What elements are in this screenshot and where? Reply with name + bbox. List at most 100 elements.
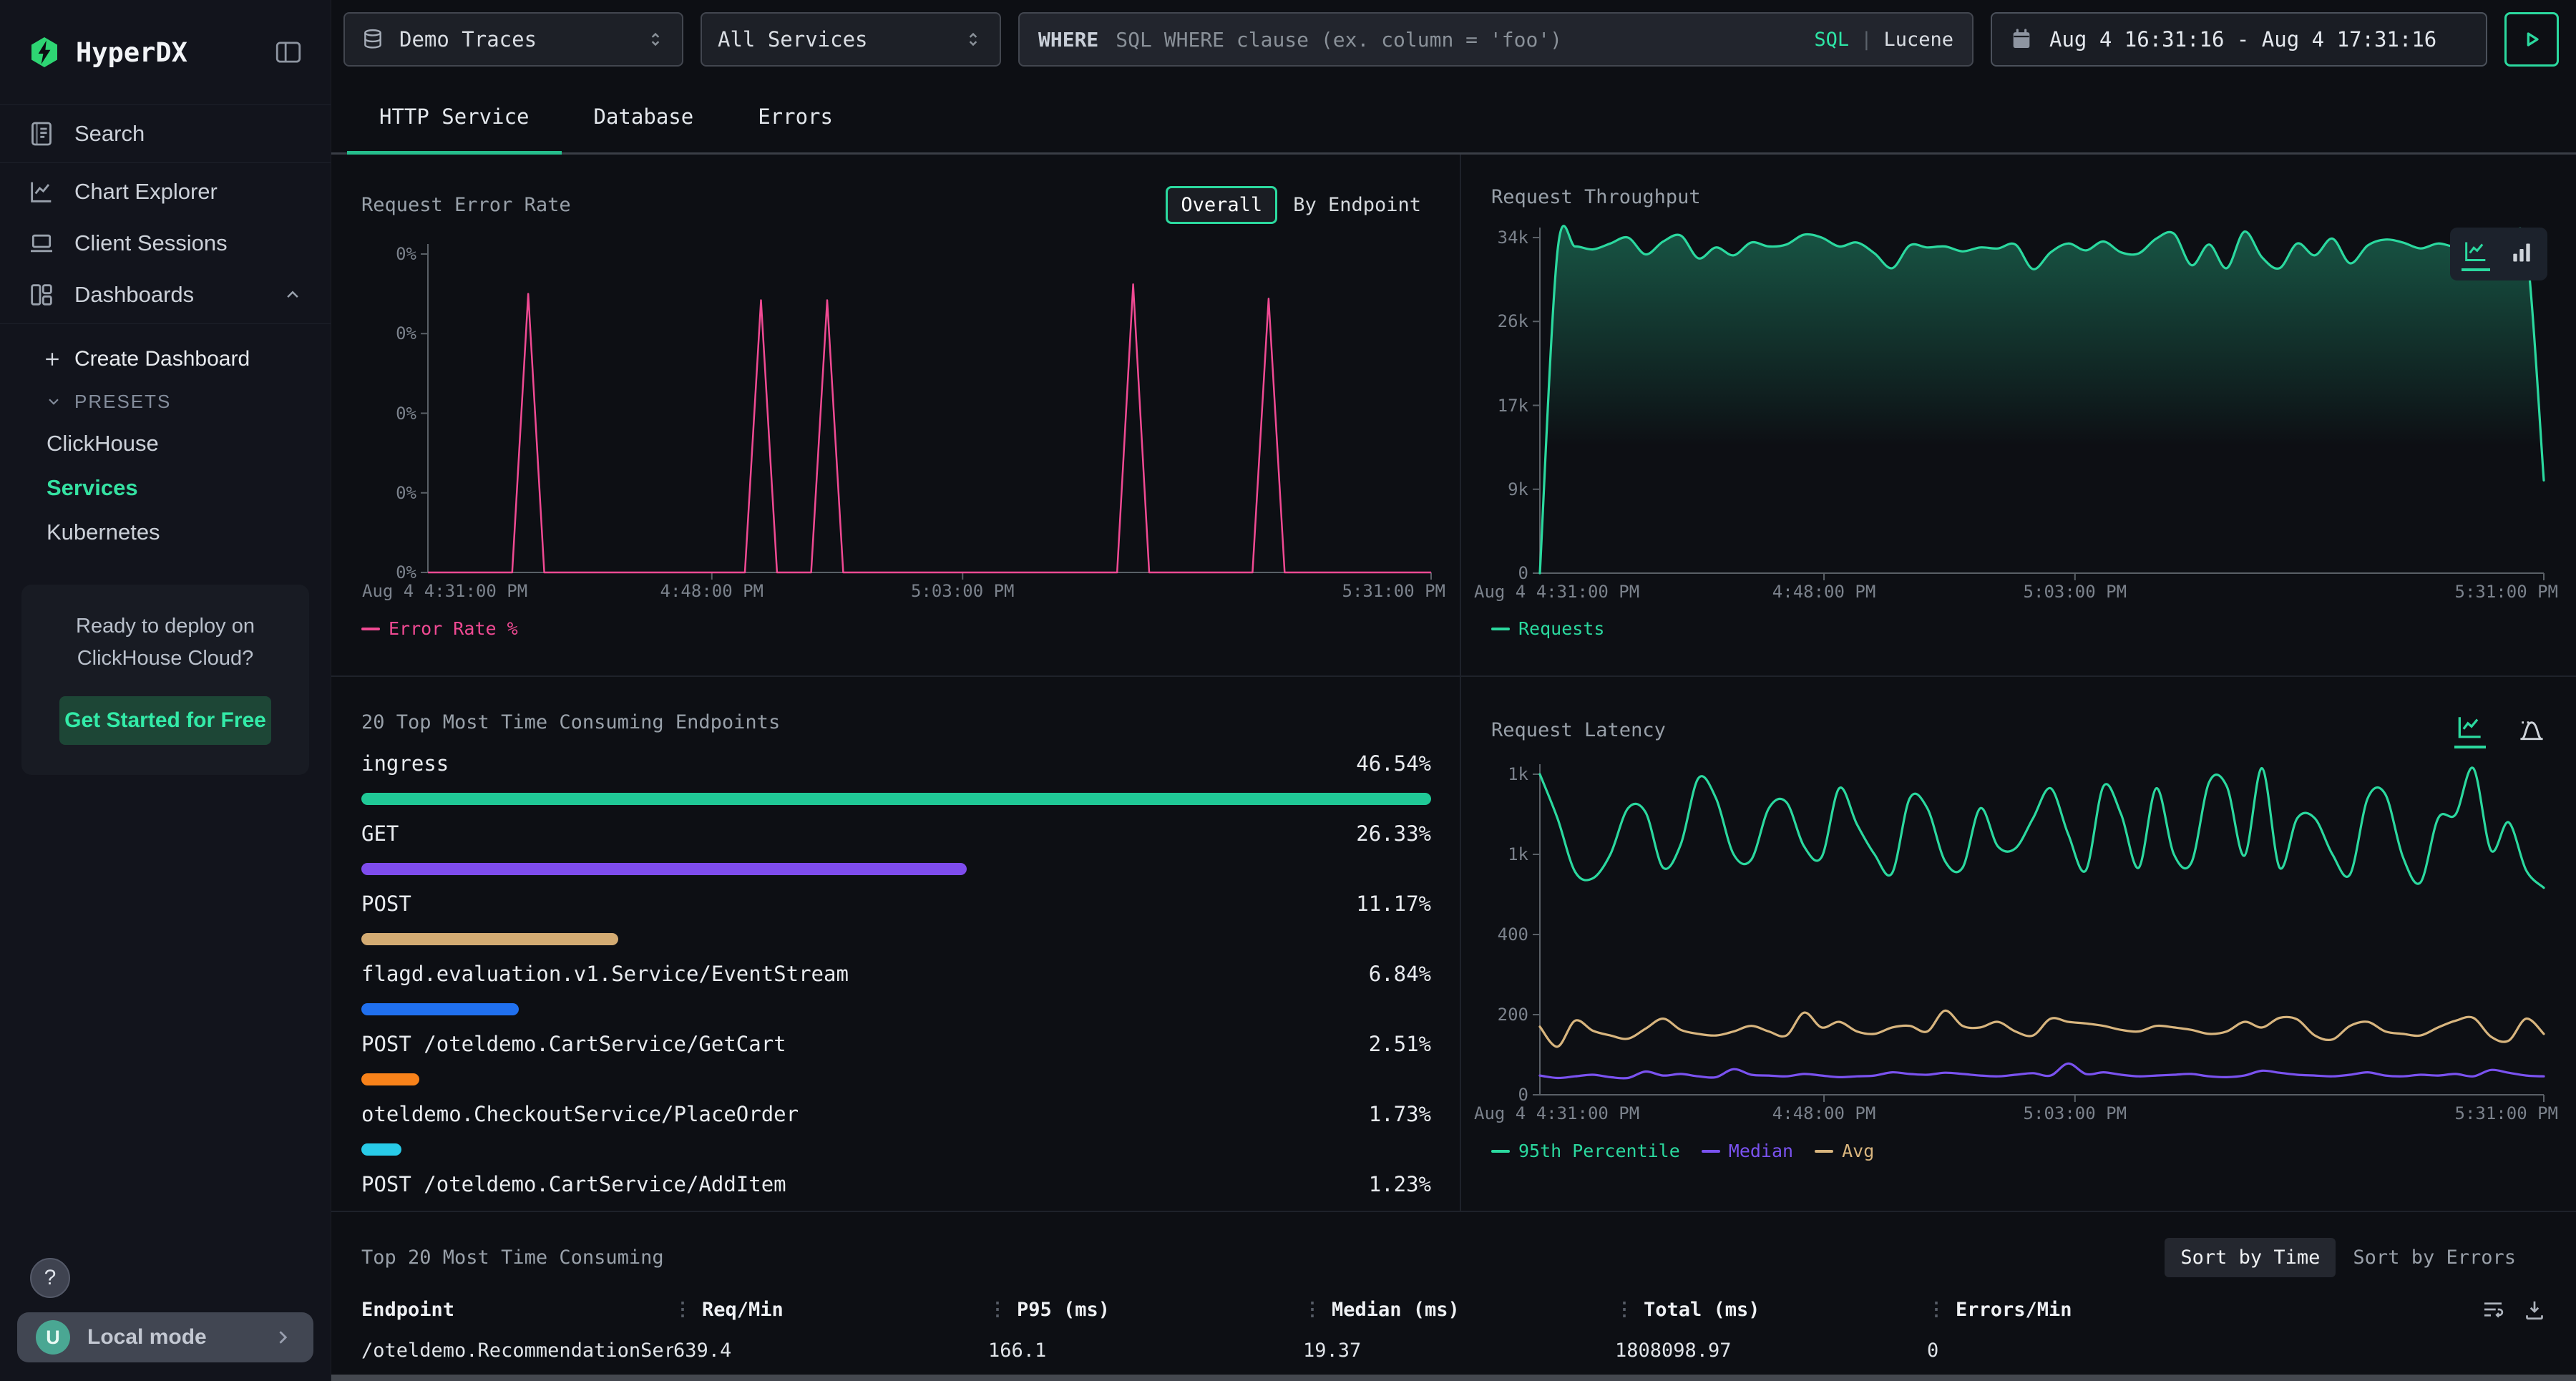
panel-request-throughput: Request Throughput 34k26k17k9k0 Aug 4 4:… — [1460, 155, 2576, 677]
y-tick-label: 34k — [1498, 228, 1528, 248]
endpoint-row[interactable]: oteldemo.CheckoutService/PlaceOrder1.73% — [361, 1096, 1431, 1166]
create-dashboard-button[interactable]: Create Dashboard — [0, 337, 331, 381]
x-tick-label: 4:48:00 PM — [660, 581, 764, 601]
calendar-icon — [2009, 27, 2034, 52]
y-tick-label: 0% — [396, 562, 416, 582]
lucene-mode-button[interactable]: Lucene — [1883, 29, 1953, 51]
column-header[interactable]: ⋮Errors/Min — [1927, 1299, 2480, 1321]
y-tick-label: 0% — [396, 404, 416, 424]
column-header[interactable]: ⋮ P95 (ms) — [988, 1299, 1303, 1321]
table-cell: 639.4 — [673, 1339, 988, 1362]
column-drag-handle-icon[interactable]: ⋮ — [1927, 1299, 1946, 1320]
by-endpoint-button[interactable]: By Endpoint — [1283, 188, 1431, 222]
line-chart-icon[interactable] — [2454, 711, 2486, 748]
y-tick-label: 26k — [1498, 311, 1528, 331]
legend-item[interactable]: 95th Percentile — [1491, 1141, 1680, 1161]
column-drag-handle-icon[interactable]: ⋮ — [1303, 1299, 1322, 1320]
column-drag-handle-icon[interactable]: ⋮ — [673, 1299, 692, 1320]
bar-chart-icon[interactable] — [2507, 238, 2536, 270]
sort-by-time-button[interactable]: Sort by Time — [2165, 1238, 2336, 1277]
help-button[interactable]: ? — [30, 1258, 70, 1298]
tab-http-service[interactable]: HTTP Service — [347, 79, 562, 155]
endpoint-row[interactable]: POST /oteldemo.CartService/GetCart2.51% — [361, 1026, 1431, 1096]
brand-title: HyperDX — [76, 37, 187, 68]
play-icon — [2517, 25, 2546, 54]
chevrons-updown-icon — [962, 27, 984, 52]
sidebar-item-services[interactable]: Services — [0, 466, 331, 510]
sidebar-spacer — [0, 775, 331, 1258]
endpoint-row[interactable]: GET26.33% — [361, 816, 1431, 886]
laptop-icon — [27, 229, 56, 258]
download-icon[interactable] — [2522, 1297, 2547, 1322]
legend-dash — [361, 628, 380, 630]
time-range-picker[interactable]: Aug 4 16:31:16 - Aug 4 17:31:16 — [1991, 12, 2487, 67]
legend-label: Requests — [1518, 618, 1604, 639]
histogram-icon[interactable] — [2516, 713, 2547, 747]
endpoint-percent: 46.54% — [1356, 751, 1431, 776]
endpoint-row[interactable]: ingress46.54% — [361, 746, 1431, 816]
panel-title: Request Throughput — [1491, 186, 1701, 208]
sql-mode-button[interactable]: SQL — [1814, 29, 1849, 51]
x-axis-labels: Aug 4 4:31:00 PM4:48:00 PM5:03:00 PM5:31… — [428, 581, 1431, 604]
y-tick-label: 0% — [396, 244, 416, 264]
endpoint-label: POST /oteldemo.CartService/AddItem — [361, 1172, 786, 1196]
table-row[interactable]: /oteldemo.RecommendationServ639.4166.119… — [361, 1339, 2547, 1362]
source-select[interactable]: Demo Traces — [343, 12, 683, 67]
legend-label: 95th Percentile — [1518, 1141, 1680, 1161]
line-chart-icon[interactable] — [2462, 237, 2490, 271]
tab-errors[interactable]: Errors — [726, 79, 865, 155]
sidebar-item-dashboards[interactable]: Dashboards — [0, 269, 331, 321]
panel-request-latency: Request Latency 1k1k4002000 Aug 4 4:31:0… — [1460, 677, 2576, 1211]
legend-item[interactable]: Avg — [1815, 1141, 1874, 1161]
column-header[interactable]: ⋮Req/Min — [673, 1299, 988, 1321]
legend-label: Error Rate % — [389, 618, 518, 639]
run-query-button[interactable] — [2504, 12, 2559, 67]
preset-link-label: Services — [47, 475, 138, 501]
y-tick-label: 0 — [1518, 1085, 1528, 1105]
plus-icon — [42, 348, 63, 370]
x-tick-label: 5:31:00 PM — [1342, 581, 1446, 601]
sidebar-item-client-sessions[interactable]: Client Sessions — [0, 218, 331, 269]
column-header[interactable]: ⋮Median (ms) — [1303, 1299, 1615, 1321]
sort-by-errors-button[interactable]: Sort by Errors — [2340, 1238, 2529, 1277]
x-tick-label: 4:48:00 PM — [1772, 1103, 1876, 1123]
error-rate-chart: 0%0%0%0%0% Aug 4 4:31:00 PM4:48:00 PM5:0… — [428, 254, 1431, 572]
sidebar-item-kubernetes[interactable]: Kubernetes — [0, 510, 331, 555]
y-tick-label: 0 — [1518, 563, 1528, 583]
chevron-down-icon — [44, 392, 63, 411]
column-header[interactable]: ⋮Total (ms) — [1615, 1299, 1927, 1321]
overall-button[interactable]: Overall — [1166, 186, 1277, 224]
get-started-button[interactable]: Get Started for Free — [59, 696, 271, 745]
endpoint-list: ingress46.54%GET26.33%POST11.17%flagd.ev… — [361, 746, 1431, 1211]
sidebar-item-chart-explorer[interactable]: Chart Explorer — [0, 166, 331, 218]
legend-item[interactable]: Error Rate % — [361, 618, 518, 639]
wrap-lines-icon[interactable] — [2480, 1297, 2506, 1322]
legend-item[interactable]: Median — [1702, 1141, 1793, 1161]
where-input[interactable] — [1114, 27, 1798, 52]
sidebar-item-clickhouse[interactable]: ClickHouse — [0, 421, 331, 466]
legend-dash — [1491, 1150, 1510, 1153]
x-axis-labels: Aug 4 4:31:00 PM4:48:00 PM5:03:00 PM5:31… — [1540, 1103, 2544, 1126]
chart-legend: 95th Percentile Median Avg — [1491, 1141, 1874, 1161]
legend-item[interactable]: Requests — [1491, 618, 1604, 639]
x-tick-label: 5:31:00 PM — [2455, 582, 2559, 602]
service-select[interactable]: All Services — [701, 12, 1001, 67]
local-mode-pill[interactable]: U Local mode — [17, 1312, 313, 1362]
tab-label: Database — [594, 104, 694, 129]
tab-database[interactable]: Database — [562, 79, 726, 155]
endpoint-row[interactable]: POST11.17% — [361, 886, 1431, 956]
presets-toggle[interactable]: PRESETS — [0, 381, 331, 421]
column-drag-handle-icon[interactable]: ⋮ — [1615, 1299, 1634, 1320]
chevron-up-icon[interactable] — [282, 284, 303, 306]
column-drag-handle-icon[interactable]: ⋮ — [988, 1299, 1007, 1320]
horizontal-scrollbar[interactable] — [331, 1375, 2576, 1381]
legend-dash — [1491, 628, 1510, 630]
endpoint-row[interactable]: flagd.evaluation.v1.Service/EventStream6… — [361, 956, 1431, 1026]
collapse-sidebar-icon[interactable] — [273, 37, 303, 67]
user-avatar: U — [36, 1320, 70, 1355]
endpoint-row[interactable]: POST /oteldemo.CartService/AddItem1.23% — [361, 1166, 1431, 1211]
sidebar-item-search[interactable]: Search — [0, 108, 331, 160]
column-header[interactable]: Endpoint — [361, 1299, 673, 1321]
column-header-label: P95 (ms) — [1017, 1299, 1110, 1321]
endpoint-bar — [361, 1143, 401, 1156]
